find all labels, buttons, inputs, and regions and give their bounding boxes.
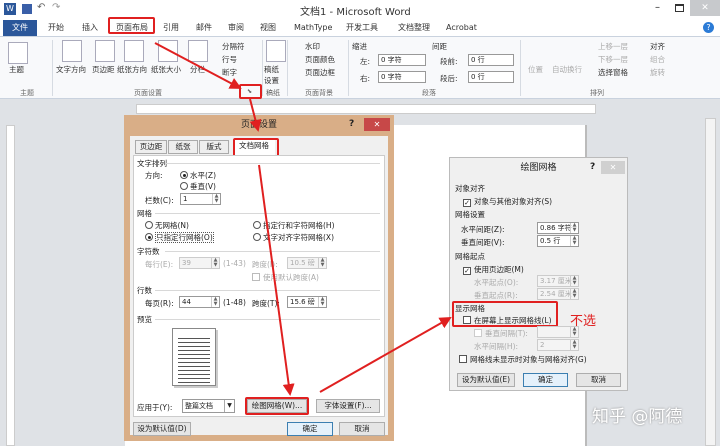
arrow-to-launcher <box>154 42 242 89</box>
arrow-to-dialog <box>249 98 262 132</box>
annotation-arrows <box>154 42 452 396</box>
watermark: 知乎 @阿德 <box>592 407 683 427</box>
arrow-to-display-gridlines <box>319 317 452 393</box>
arrow-to-drawing-grid-button <box>258 164 295 396</box>
